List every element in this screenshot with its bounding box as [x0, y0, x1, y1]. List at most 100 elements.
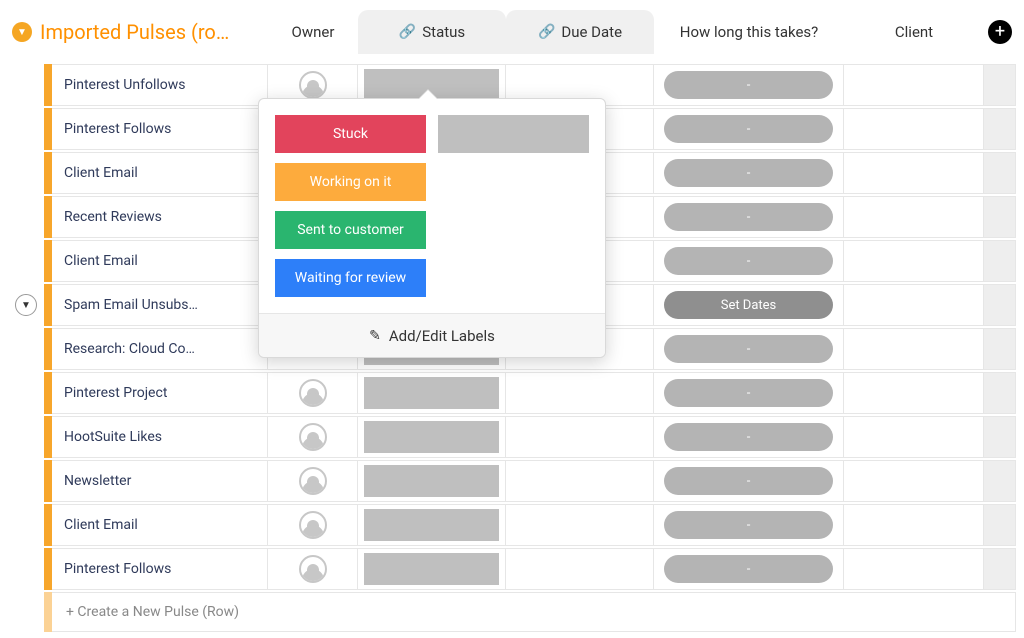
howlong-cell[interactable]: -: [654, 460, 844, 502]
pulse-name-cell[interactable]: Client Email: [52, 504, 268, 546]
column-header-due[interactable]: 🔗 Due Date: [506, 10, 654, 54]
howlong-cell[interactable]: -: [654, 548, 844, 590]
howlong-pill[interactable]: -: [664, 71, 833, 99]
howlong-cell[interactable]: -: [654, 108, 844, 150]
pulse-name-cell[interactable]: Pinterest Unfollows: [52, 64, 268, 106]
howlong-cell[interactable]: -: [654, 196, 844, 238]
howlong-pill[interactable]: -: [664, 115, 833, 143]
column-header-owner[interactable]: Owner: [268, 10, 358, 54]
status-value-blank: [364, 377, 499, 409]
status-cell[interactable]: [358, 372, 506, 414]
client-cell[interactable]: [844, 196, 984, 238]
add-edit-labels-button[interactable]: ✎ Add/Edit Labels: [259, 313, 605, 357]
howlong-pill[interactable]: -: [664, 247, 833, 275]
row-accent: [44, 372, 52, 414]
row-gutter: [8, 328, 44, 370]
client-cell[interactable]: [844, 548, 984, 590]
pulse-name-cell[interactable]: Recent Reviews: [52, 196, 268, 238]
new-pulse-row[interactable]: + Create a New Pulse (Row): [8, 592, 1016, 632]
due-date-cell[interactable]: [506, 548, 654, 590]
client-cell[interactable]: [844, 152, 984, 194]
due-date-cell[interactable]: [506, 372, 654, 414]
howlong-cell[interactable]: -: [654, 152, 844, 194]
group-title[interactable]: Imported Pulses (ro…: [40, 20, 229, 44]
client-cell[interactable]: [844, 504, 984, 546]
row-end-spacer: [984, 504, 1016, 546]
client-cell[interactable]: [844, 416, 984, 458]
owner-cell[interactable]: [268, 372, 358, 414]
row-accent: [44, 328, 52, 370]
howlong-cell[interactable]: -: [654, 504, 844, 546]
client-cell[interactable]: [844, 64, 984, 106]
group-title-cell[interactable]: ▼ Imported Pulses (ro…: [8, 10, 268, 54]
column-header-client[interactable]: Client: [844, 10, 984, 54]
howlong-pill[interactable]: -: [664, 467, 833, 495]
pulse-name-cell[interactable]: HootSuite Likes: [52, 416, 268, 458]
client-cell[interactable]: [844, 240, 984, 282]
status-option-sent[interactable]: Sent to customer: [275, 211, 426, 249]
pulse-name-cell[interactable]: Pinterest Project: [52, 372, 268, 414]
pulse-name-cell[interactable]: Newsletter: [52, 460, 268, 502]
howlong-cell[interactable]: -: [654, 416, 844, 458]
howlong-pill[interactable]: -: [664, 423, 833, 451]
client-cell[interactable]: [844, 460, 984, 502]
add-column[interactable]: +: [984, 10, 1016, 54]
new-pulse-input[interactable]: + Create a New Pulse (Row): [52, 592, 1016, 632]
row-accent: [44, 460, 52, 502]
status-option-waiting[interactable]: Waiting for review: [275, 259, 426, 297]
howlong-pill[interactable]: -: [664, 555, 833, 583]
due-date-cell[interactable]: [506, 460, 654, 502]
client-cell[interactable]: [844, 372, 984, 414]
row-accent: [44, 240, 52, 282]
client-cell[interactable]: [844, 108, 984, 150]
column-header-howlong[interactable]: How long this takes?: [654, 10, 844, 54]
owner-cell[interactable]: [268, 548, 358, 590]
status-value-blank: [364, 553, 499, 585]
row-gutter: ▼: [8, 284, 44, 326]
pulse-name-cell[interactable]: Pinterest Follows: [52, 548, 268, 590]
owner-cell[interactable]: [268, 504, 358, 546]
howlong-pill[interactable]: -: [664, 203, 833, 231]
howlong-cell[interactable]: -: [654, 240, 844, 282]
pulse-name-cell[interactable]: Client Email: [52, 152, 268, 194]
owner-cell[interactable]: [268, 460, 358, 502]
column-header-due-label: Due Date: [561, 23, 622, 41]
client-cell[interactable]: [844, 328, 984, 370]
howlong-cell[interactable]: -: [654, 328, 844, 370]
pulse-name-cell[interactable]: Spam Email Unsubs…: [52, 284, 268, 326]
pulse-name-cell[interactable]: Client Email: [52, 240, 268, 282]
howlong-cell[interactable]: Set Dates: [654, 284, 844, 326]
due-date-cell[interactable]: [506, 504, 654, 546]
status-option-stuck[interactable]: Stuck: [275, 115, 426, 153]
column-header-status[interactable]: 🔗 Status: [358, 10, 506, 54]
howlong-pill[interactable]: -: [664, 335, 833, 363]
expand-row-icon[interactable]: ▼: [15, 294, 37, 316]
howlong-pill[interactable]: Set Dates: [664, 291, 833, 319]
pulse-name-cell[interactable]: Pinterest Follows: [52, 108, 268, 150]
row-accent: [44, 284, 52, 326]
status-cell[interactable]: [358, 548, 506, 590]
table-row: Client Email -: [8, 504, 1016, 546]
status-option-working[interactable]: Working on it: [275, 163, 426, 201]
collapse-group-icon[interactable]: ▼: [12, 22, 32, 42]
howlong-cell[interactable]: -: [654, 372, 844, 414]
table-row: Pinterest Follows -: [8, 548, 1016, 590]
status-option-blank[interactable]: [438, 115, 589, 153]
due-date-cell[interactable]: [506, 416, 654, 458]
status-cell[interactable]: [358, 416, 506, 458]
status-value-blank: [364, 509, 499, 541]
howlong-pill[interactable]: -: [664, 159, 833, 187]
status-cell[interactable]: [358, 504, 506, 546]
howlong-pill[interactable]: -: [664, 511, 833, 539]
howlong-pill[interactable]: -: [664, 379, 833, 407]
row-accent: [44, 548, 52, 590]
table-row: Pinterest Project -: [8, 372, 1016, 414]
howlong-cell[interactable]: -: [654, 64, 844, 106]
row-end-spacer: [984, 416, 1016, 458]
owner-cell[interactable]: [268, 416, 358, 458]
client-cell[interactable]: [844, 284, 984, 326]
status-label-grid: Stuck Working on it Sent to customer Wai…: [259, 99, 605, 313]
pulse-name-cell[interactable]: Research: Cloud Co…: [52, 328, 268, 370]
status-cell[interactable]: [358, 460, 506, 502]
row-gutter: [8, 196, 44, 238]
